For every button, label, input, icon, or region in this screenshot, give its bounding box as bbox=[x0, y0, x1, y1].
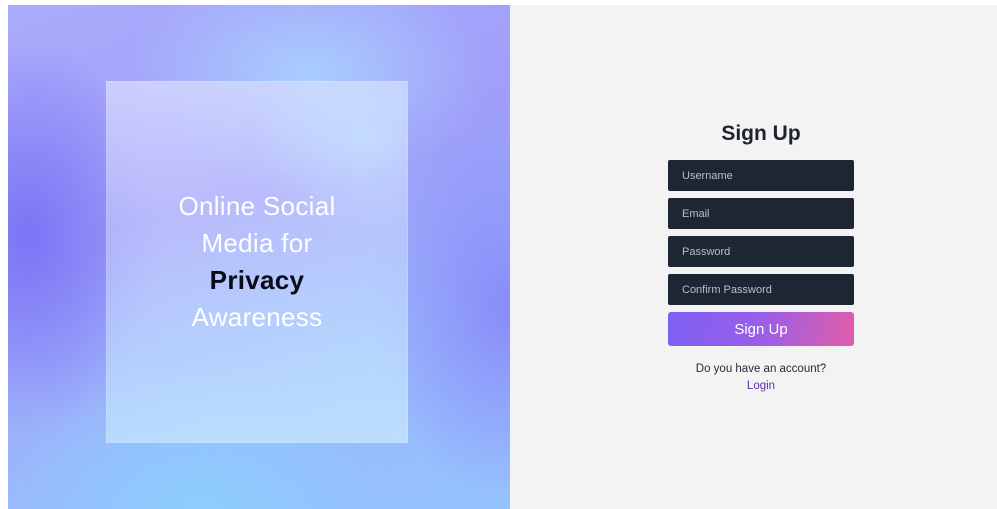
account-prompt: Do you have an account? bbox=[695, 363, 827, 375]
username-field[interactable] bbox=[668, 160, 854, 191]
confirm-password-field[interactable] bbox=[668, 274, 854, 305]
hero-card: Online Social Media for Privacy Awarenes… bbox=[106, 81, 408, 443]
form-panel: Sign Up Sign Up Do you have an account? … bbox=[510, 5, 997, 509]
hero-line-2: Media for bbox=[201, 228, 313, 258]
sign-up-button[interactable]: Sign Up bbox=[668, 312, 854, 346]
signup-form: Sign Up Sign Up Do you have an account? … bbox=[668, 120, 854, 394]
hero-panel: Online Social Media for Privacy Awarenes… bbox=[8, 5, 510, 509]
hero-line-4: Awareness bbox=[191, 302, 323, 332]
email-field[interactable] bbox=[668, 198, 854, 229]
hero-line-emphasis: Privacy bbox=[209, 265, 305, 295]
password-field[interactable] bbox=[668, 236, 854, 267]
hero-tagline: Online Social Media for Privacy Awarenes… bbox=[178, 188, 335, 336]
hero-line-1: Online Social bbox=[178, 191, 336, 221]
signup-page: Online Social Media for Privacy Awarenes… bbox=[0, 0, 997, 509]
login-link[interactable]: Login bbox=[747, 379, 775, 393]
form-title: Sign Up bbox=[721, 122, 801, 145]
